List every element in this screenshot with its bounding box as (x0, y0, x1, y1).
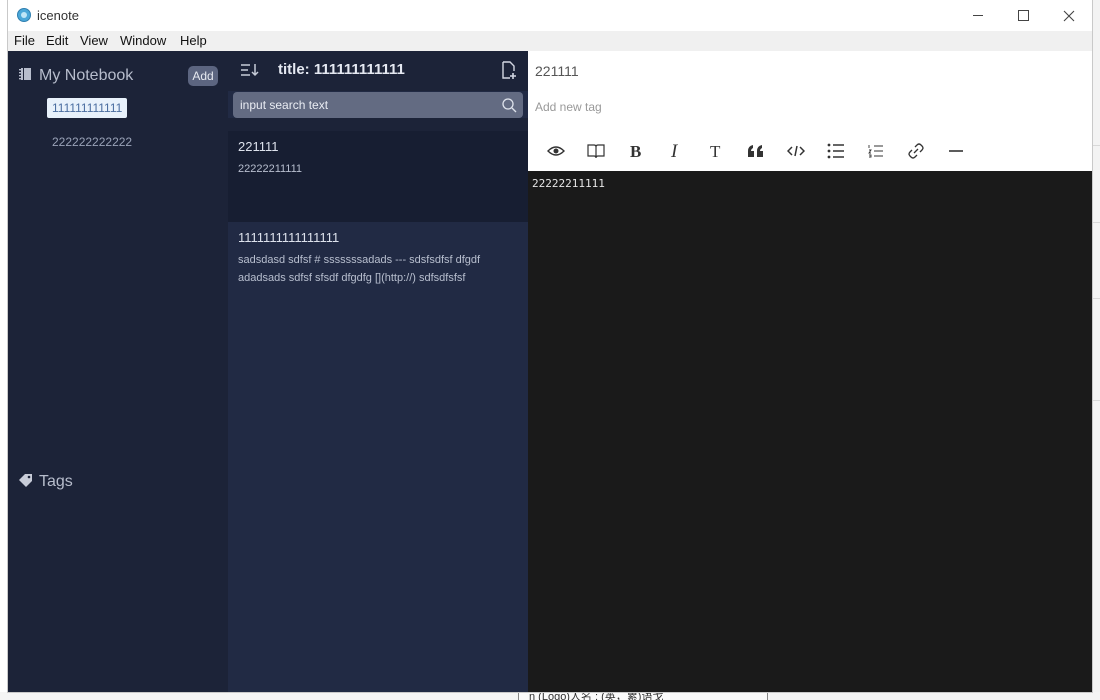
sort-icon[interactable] (240, 61, 260, 79)
tags-section-title: Tags (39, 473, 73, 490)
search-icon[interactable] (501, 97, 517, 113)
note-title: 221111 (238, 139, 279, 154)
app-logo-icon (17, 8, 31, 22)
note-list-spacer (228, 118, 528, 131)
new-note-icon[interactable] (500, 60, 518, 80)
book-icon (587, 144, 605, 159)
heading-icon: T (710, 143, 721, 159)
svg-text:I: I (670, 142, 679, 160)
note-list-panel: title: 111111111111 221111 22222211111 1… (228, 51, 528, 692)
horizontal-rule-button[interactable] (942, 139, 970, 163)
notebook-item[interactable]: 222222222222 (47, 132, 137, 152)
horizontal-rule-icon (949, 150, 963, 152)
menu-help[interactable]: Help (180, 33, 207, 48)
unordered-list-icon (827, 143, 844, 159)
add-tag-input[interactable] (533, 99, 837, 115)
quote-button[interactable] (742, 139, 770, 163)
note-excerpt: 22222211111 (238, 163, 303, 175)
close-icon (1063, 10, 1075, 21)
note-list-title: title: 111111111111 (278, 61, 405, 78)
menu-file[interactable]: File (14, 33, 35, 48)
maximize-button[interactable] (1000, 0, 1046, 31)
note-card[interactable]: 221111 22222211111 (228, 131, 528, 222)
link-icon (908, 143, 924, 159)
unordered-list-button[interactable] (822, 139, 850, 163)
notebook-item[interactable]: 111111111111 (47, 98, 128, 118)
note-title-field[interactable]: 221111 (535, 63, 579, 79)
italic-icon: I (670, 142, 679, 160)
background-line (1093, 400, 1100, 401)
preview-icon (547, 146, 565, 156)
menu-view[interactable]: View (80, 33, 108, 48)
editor-toolbar: B I T (528, 131, 1092, 171)
background-line (1093, 145, 1100, 146)
ordered-list-icon (868, 145, 883, 158)
svg-text:B: B (630, 143, 641, 159)
close-button[interactable] (1046, 0, 1092, 31)
menu-edit[interactable]: Edit (46, 33, 68, 48)
background-desktop-strip (1092, 0, 1100, 700)
preview-button[interactable] (542, 139, 570, 163)
menu-bar: File Edit View Window Help (8, 31, 1092, 51)
window-title: icenote (37, 8, 79, 23)
quote-icon (748, 145, 763, 157)
background-line (1093, 298, 1100, 299)
bold-button[interactable]: B (622, 139, 650, 163)
title-bar: icenote (8, 0, 1092, 31)
add-notebook-button[interactable]: Add (188, 66, 218, 86)
side-by-side-button[interactable] (582, 139, 610, 163)
ordered-list-button[interactable] (862, 139, 890, 163)
editor-header: 221111 B I T (528, 51, 1092, 171)
notebook-icon (19, 68, 31, 80)
italic-button[interactable]: I (662, 139, 690, 163)
minimize-button[interactable] (955, 0, 1001, 31)
search-box (233, 92, 523, 118)
search-input[interactable] (233, 92, 495, 118)
code-icon (787, 145, 805, 157)
note-list-header: title: 111111111111 (228, 51, 528, 91)
editor-content[interactable]: 22222211111 (532, 177, 605, 190)
svg-text:T: T (710, 143, 721, 159)
sidebar: My Notebook Add 111111111111 22222222222… (8, 51, 228, 692)
code-button[interactable] (782, 139, 810, 163)
note-title: 1111111111111111 (238, 230, 340, 245)
menu-window[interactable]: Window (120, 33, 166, 48)
app-window: icenote File Edit View Window Help My No… (8, 0, 1092, 692)
editor-panel: 221111 B I T (528, 51, 1092, 692)
link-button[interactable] (902, 139, 930, 163)
background-line (1093, 222, 1100, 223)
tag-icon (19, 474, 32, 487)
notebook-section-title: My Notebook (39, 67, 134, 84)
note-excerpt: sadsdasd sdfsf # sssssssadads --- sdsfsd… (238, 254, 481, 284)
heading-button[interactable]: T (702, 139, 730, 163)
note-card[interactable]: 1111111111111111 sadsdasd sdfsf # ssssss… (228, 222, 528, 312)
minimize-icon (973, 15, 983, 16)
bold-icon: B (630, 143, 641, 159)
maximize-icon (1017, 10, 1029, 21)
